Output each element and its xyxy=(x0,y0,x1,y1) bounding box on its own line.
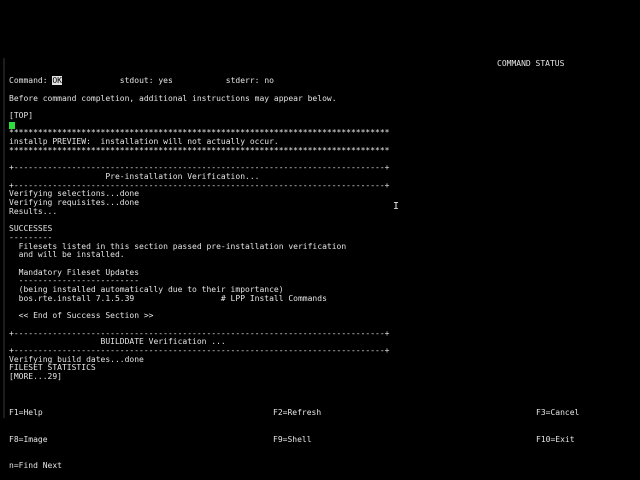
completion-notice: Before command completion, additional in… xyxy=(9,94,337,103)
output-line: [TOP] xyxy=(9,111,34,120)
output-line: bos.rte.install 7.1.5.39 # LPP Install C… xyxy=(9,293,327,303)
output-line: Results... xyxy=(9,206,58,216)
screen-title: COMMAND STATUS xyxy=(497,59,565,68)
command-label: Command: xyxy=(9,76,48,85)
f3-cancel-key[interactable]: F3=Cancel xyxy=(536,409,579,418)
output-line: [MORE...29] xyxy=(9,372,62,381)
function-keys-left: F1=Help F8=Image n=Find Next xyxy=(9,392,62,479)
f2-refresh-key[interactable]: F2=Refresh xyxy=(273,409,321,418)
find-next-key[interactable]: n=Find Next xyxy=(9,461,62,471)
f8-image-key[interactable]: F8=Image xyxy=(9,435,62,445)
stderr-label: stderr: xyxy=(225,76,260,85)
stderr-value: no xyxy=(264,76,274,85)
output-line: and will be installed. xyxy=(9,250,125,260)
function-keys-middle: F2=Refresh F9=Shell xyxy=(273,392,321,453)
f1-help-key[interactable]: F1=Help xyxy=(9,409,62,418)
function-keys-right: F3=Cancel F10=Exit xyxy=(536,392,579,453)
mouse-pointer-icon: I xyxy=(393,201,400,212)
output-line: << End of Success Section >> xyxy=(9,311,154,321)
command-status-badge: OK xyxy=(52,76,62,85)
output-line: ****************************************… xyxy=(9,145,390,155)
text-cursor xyxy=(9,122,15,129)
stdout-value: yes xyxy=(158,76,173,85)
terminal-left-edge xyxy=(3,58,5,418)
command-status-line: Command: OK stdout: yes stderr: no xyxy=(9,76,274,86)
f10-exit-key[interactable]: F10=Exit xyxy=(536,435,579,445)
f9-shell-key[interactable]: F9=Shell xyxy=(273,435,321,445)
stdout-label: stdout: xyxy=(119,76,154,85)
